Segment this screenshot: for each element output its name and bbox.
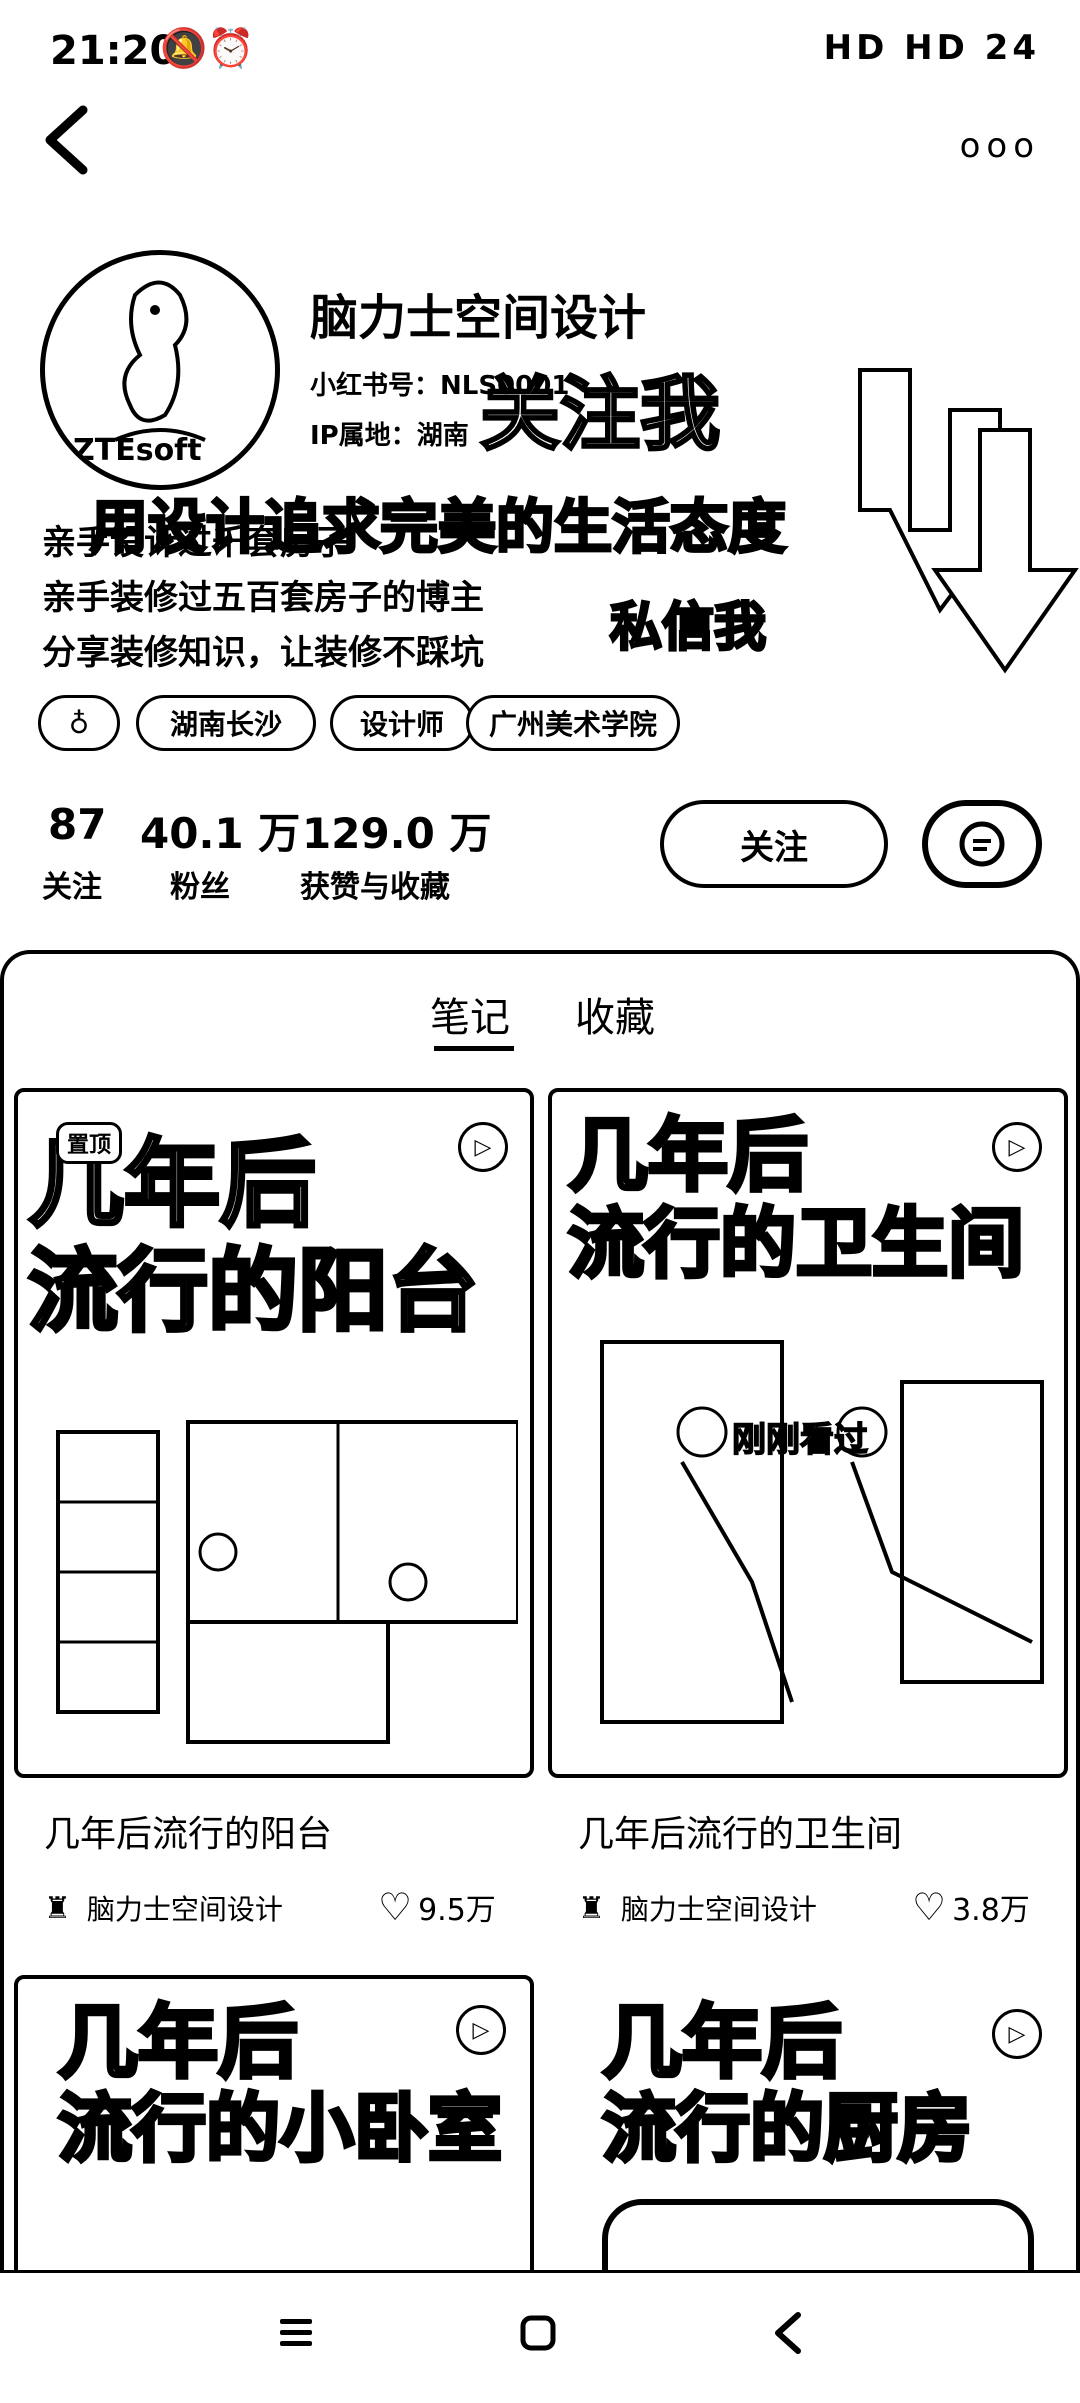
- heart-icon: ♡: [912, 1885, 947, 1929]
- status-icons: HD HD 24: [823, 28, 1040, 68]
- video-play-icon: ▷: [458, 1122, 508, 1172]
- bio-line-3: 分享装修知识，让装修不踩坑: [42, 633, 484, 673]
- bio-line-1: 亲手设计过千套房子: [42, 523, 348, 563]
- like-count: 3.8万: [952, 1893, 1030, 1928]
- down-arrow-graphic: [858, 368, 1079, 674]
- recent-apps-button[interactable]: [276, 2313, 316, 2357]
- note-title-2[interactable]: 几年后流行的卫生间: [578, 1805, 902, 1857]
- more-options-button[interactable]: ooo: [960, 126, 1040, 166]
- cover-text-line2: 流行的卫生间: [566, 1199, 1026, 1288]
- follow-button[interactable]: 关注: [660, 800, 888, 888]
- author-avatar-icon: ♜: [578, 1890, 605, 1926]
- following-count[interactable]: 87: [48, 800, 106, 849]
- chevron-left-icon: [45, 105, 88, 175]
- note-likes-1[interactable]: ♡ 9.5万: [378, 1885, 496, 1929]
- gender-tag: ♁: [38, 695, 120, 751]
- tab-notes[interactable]: 笔记: [430, 985, 510, 1043]
- likes-collects-label[interactable]: 获赞与收藏: [300, 862, 450, 906]
- note-cover-3[interactable]: 几年后 流行的小卧室 ▷: [14, 1975, 534, 2295]
- bathroom-illustration: [600, 1340, 1044, 1724]
- profile-name: 脑力士空间设计: [310, 290, 647, 346]
- gender-icon: ♁: [68, 706, 90, 740]
- cover-text-line1: 几年后: [56, 1996, 300, 2089]
- status-time: 21:20: [50, 28, 178, 74]
- video-play-icon: ▷: [456, 2005, 506, 2055]
- system-nav-bar: [0, 2270, 1080, 2403]
- note-title-1[interactable]: 几年后流行的阳台: [44, 1805, 332, 1857]
- active-tab-indicator: [434, 1046, 514, 1051]
- pinned-badge: 置顶: [56, 1122, 123, 1164]
- chat-icon: [959, 821, 1005, 867]
- note-likes-2[interactable]: ♡ 3.8万: [912, 1885, 1030, 1929]
- followers-count[interactable]: 40.1 万: [140, 800, 300, 861]
- tag-occupation: 设计师: [330, 695, 474, 751]
- system-back-button[interactable]: [768, 2311, 808, 2359]
- author-name: 脑力士空间设计: [86, 1893, 283, 1926]
- poster-message-text: 私信我: [608, 597, 767, 660]
- cover-text-line2: 流行的阳台: [26, 1239, 480, 1344]
- bio-line-2: 亲手装修过五百套房子的博主: [42, 578, 484, 618]
- note-cover-4[interactable]: 几年后 流行的厨房 ▷: [548, 1975, 1068, 2295]
- mute-alarm-icons: 🔕⏰: [160, 26, 255, 70]
- cover-text-line1: 几年后: [600, 1996, 844, 2089]
- video-play-icon: ▷: [992, 2009, 1042, 2059]
- author-name: 脑力士空间设计: [620, 1893, 817, 1926]
- back-icon: [775, 2312, 801, 2354]
- note-cover-2[interactable]: 几年后 流行的卫生间 ▷ 刚刚看过: [548, 1088, 1068, 1778]
- cover-text-line2: 流行的厨房: [600, 2086, 974, 2172]
- note-author-2[interactable]: ♜ 脑力士空间设计: [578, 1888, 817, 1928]
- note-cover-1[interactable]: 几年后 流行的阳台 置顶 ▷: [14, 1088, 534, 1778]
- home-icon: [520, 2315, 556, 2351]
- balcony-illustration: [56, 1420, 518, 1744]
- message-button[interactable]: [922, 800, 1042, 888]
- tag-school: 广州美术学院: [466, 695, 680, 751]
- avatar[interactable]: ZTEsoft: [40, 250, 280, 490]
- back-button[interactable]: [38, 100, 98, 180]
- menu-icon: [280, 2319, 312, 2346]
- tab-collections[interactable]: 收藏: [575, 985, 655, 1043]
- author-avatar-icon: ♜: [44, 1890, 71, 1926]
- red-id[interactable]: 小红书号：NLS0001: [310, 365, 569, 402]
- heart-icon: ♡: [378, 1885, 413, 1929]
- tag-location: 湖南长沙: [136, 695, 316, 751]
- note-author-1[interactable]: ♜ 脑力士空间设计: [44, 1888, 283, 1928]
- followers-label[interactable]: 粉丝: [170, 862, 230, 906]
- following-label[interactable]: 关注: [42, 862, 102, 906]
- video-play-icon: ▷: [992, 1122, 1042, 1172]
- avatar-brand-text: ZTEsoft: [73, 433, 202, 468]
- cover-text-line1: 几年后: [566, 1109, 810, 1202]
- home-button[interactable]: [518, 2313, 558, 2357]
- like-count: 9.5万: [418, 1893, 496, 1928]
- likes-collects-count[interactable]: 129.0 万: [302, 800, 491, 861]
- ip-location: IP属地：湖南: [310, 421, 469, 451]
- cover-text-line2: 流行的小卧室: [56, 2086, 504, 2172]
